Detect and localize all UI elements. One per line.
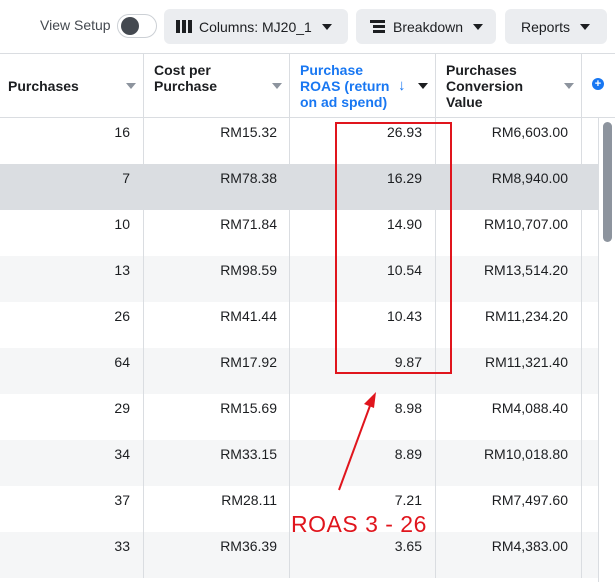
annotation-label: ROAS 3 - 26 bbox=[291, 511, 427, 537]
annotation-arrow bbox=[338, 392, 376, 491]
